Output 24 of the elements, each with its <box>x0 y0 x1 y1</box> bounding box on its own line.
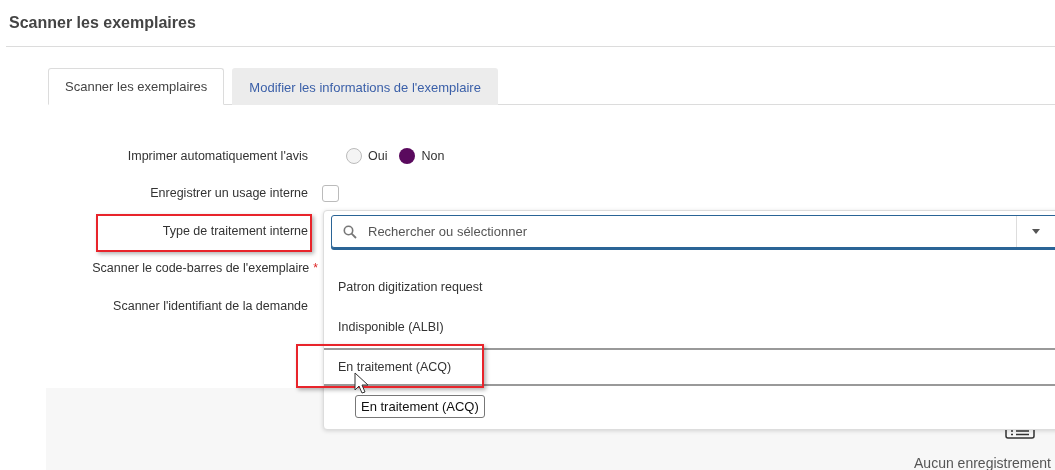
radio-button[interactable] <box>399 147 416 164</box>
list-icon <box>1005 427 1035 439</box>
tooltip: En traitement (ACQ) <box>355 394 485 418</box>
search-field[interactable]: Rechercher ou sélectionner <box>331 214 1055 248</box>
cursor-icon <box>354 371 368 394</box>
tab[interactable]: Modifier les informations de l'exemplaire <box>232 68 498 105</box>
field-label: Type de traitement interne <box>162 223 308 238</box>
search-icon <box>343 224 357 239</box>
tab[interactable]: Scanner les exemplaires <box>48 68 225 105</box>
caret-icon[interactable] <box>1032 228 1040 234</box>
required-mark: * <box>313 261 318 276</box>
empty-message: Aucun enregistrement <box>914 455 1051 470</box>
field-label: Scanner le code-barres de l'exemplaire <box>92 261 310 276</box>
dropdown-option[interactable]: En traitement (ACQ) <box>324 347 1055 386</box>
field-label: Imprimer automatiquement l'avis <box>127 148 308 163</box>
dropdown-option[interactable]: Indisponible (ALBI) <box>324 307 1055 346</box>
field-label: Enregistrer un usage interne <box>150 186 308 201</box>
checkbox[interactable] <box>322 184 339 202</box>
radio-button[interactable] <box>346 147 362 164</box>
dropdown-option[interactable]: Patron digitization request <box>324 267 1055 306</box>
field-label: Scanner l'identifiant de la demande <box>113 298 308 313</box>
radio-label: Oui <box>368 148 388 163</box>
radio-label: Non <box>421 148 445 163</box>
page-title: Scanner les exemplaires <box>9 14 196 32</box>
